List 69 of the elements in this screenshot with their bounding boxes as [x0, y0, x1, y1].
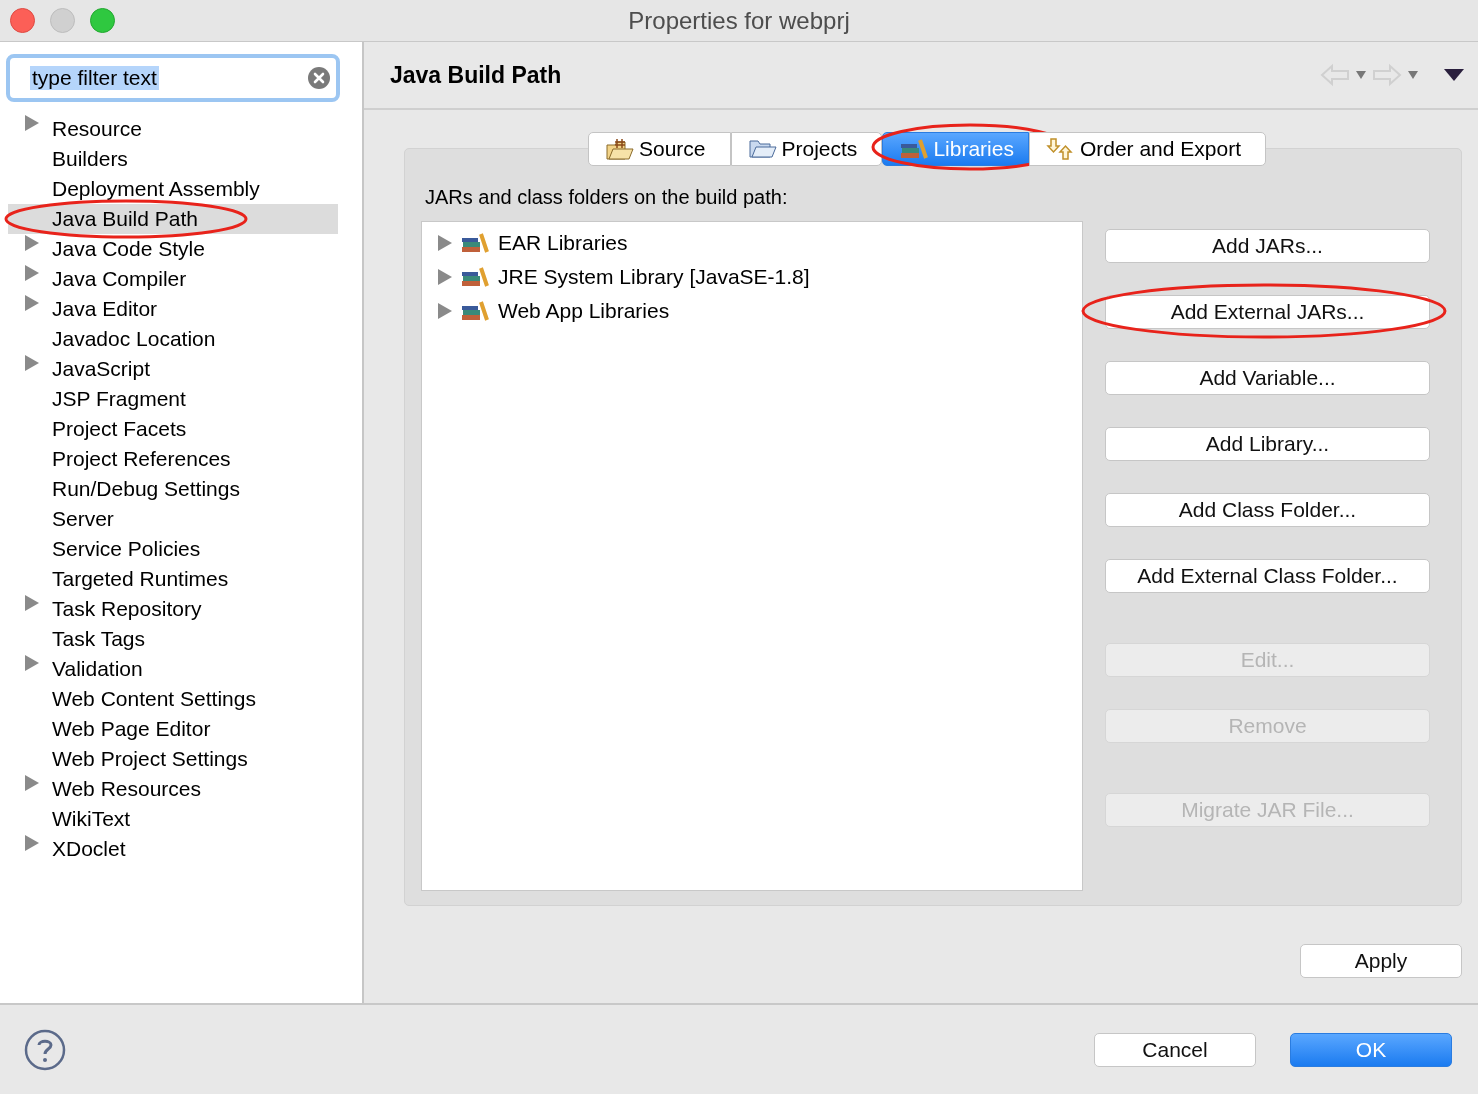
tree-item[interactable]: Java Code Style [8, 234, 338, 264]
expand-triangle-icon[interactable] [438, 269, 452, 285]
tree-item[interactable]: Task Tags [8, 624, 338, 654]
tree-item[interactable]: WikiText [8, 804, 338, 834]
side-button[interactable]: Add External Class Folder... [1105, 559, 1430, 593]
expand-triangle-icon[interactable] [25, 115, 39, 131]
tree-item[interactable]: JavaScript [8, 354, 338, 384]
tree-item[interactable]: Java Build Path [8, 204, 338, 234]
tab[interactable]: Source [587, 132, 731, 166]
side-button[interactable]: Add Variable... [1105, 361, 1430, 395]
tree-item[interactable]: Web Resources [8, 774, 338, 804]
tree-item[interactable]: Run/Debug Settings [8, 474, 338, 504]
help-icon[interactable] [24, 1028, 66, 1071]
expand-triangle-icon[interactable] [25, 355, 39, 371]
dropdown-caret-icon[interactable] [1356, 71, 1366, 79]
tree-item[interactable]: Web Page Editor [8, 714, 338, 744]
books-icon [460, 265, 490, 289]
side-button[interactable]: Add JARs... [1105, 229, 1430, 263]
tree-item[interactable]: Project References [8, 444, 338, 474]
tree-item[interactable]: Builders [8, 144, 338, 174]
books-icon [899, 137, 930, 161]
tree-item[interactable]: Web Content Settings [8, 684, 338, 714]
tree-item[interactable]: Javadoc Location [8, 324, 338, 354]
tab[interactable]: Order and Export [1028, 132, 1266, 166]
zoom-button[interactable] [90, 8, 115, 33]
tree-item[interactable]: Targeted Runtimes [8, 564, 338, 594]
library-item[interactable]: EAR Libraries [422, 226, 1082, 260]
tree-item[interactable]: Project Facets [8, 414, 338, 444]
tree-item[interactable]: JSP Fragment [8, 384, 338, 414]
clear-icon[interactable] [308, 67, 330, 89]
tree-item[interactable]: Service Policies [8, 534, 338, 564]
page-title: Java Build Path [390, 61, 562, 89]
expand-triangle-icon[interactable] [25, 235, 39, 251]
tree-item[interactable]: Validation [8, 654, 338, 684]
window-title: Properties for webprj [628, 6, 850, 35]
expand-triangle-icon[interactable] [25, 835, 39, 851]
tree-item[interactable]: Java Compiler [8, 264, 338, 294]
tree-item[interactable]: Resource [8, 114, 338, 144]
cancel-button[interactable]: Cancel [1094, 1032, 1256, 1067]
close-button[interactable] [10, 8, 35, 33]
tree-item[interactable]: Java Editor [8, 294, 338, 324]
books-icon [460, 299, 490, 323]
filter-field[interactable]: type filter text [6, 54, 340, 102]
view-menu-icon[interactable] [1444, 69, 1464, 81]
tree-item[interactable]: Server [8, 504, 338, 534]
tree-item[interactable]: Deployment Assembly [8, 174, 338, 204]
side-button[interactable]: Add Class Folder... [1105, 493, 1430, 527]
tab[interactable]: Projects [730, 132, 883, 166]
side-button[interactable]: Add External JARs... [1105, 295, 1430, 329]
apply-button[interactable]: Apply [1300, 944, 1462, 978]
tree-item[interactable]: Web Project Settings [8, 744, 338, 774]
tree-item[interactable]: Task Repository [8, 594, 338, 624]
folder-icon [747, 137, 778, 161]
dropdown-caret-icon[interactable] [1408, 71, 1418, 79]
expand-triangle-icon[interactable] [25, 775, 39, 791]
tree-item[interactable]: XDoclet [8, 834, 338, 864]
library-item[interactable]: Web App Libraries [422, 294, 1082, 328]
library-item[interactable]: JRE System Library [JavaSE-1.8] [422, 260, 1082, 294]
expand-triangle-icon[interactable] [438, 303, 452, 319]
expand-triangle-icon[interactable] [25, 655, 39, 671]
expand-triangle-icon[interactable] [25, 595, 39, 611]
expand-triangle-icon[interactable] [25, 295, 39, 311]
list-label: JARs and class folders on the build path: [425, 186, 789, 209]
expand-triangle-icon[interactable] [25, 265, 39, 281]
expand-triangle-icon[interactable] [438, 235, 452, 251]
books-icon [460, 231, 490, 255]
side-button[interactable]: Add Library... [1105, 427, 1430, 461]
package-folder-icon [604, 137, 635, 161]
filter-text: type filter text [30, 66, 159, 90]
